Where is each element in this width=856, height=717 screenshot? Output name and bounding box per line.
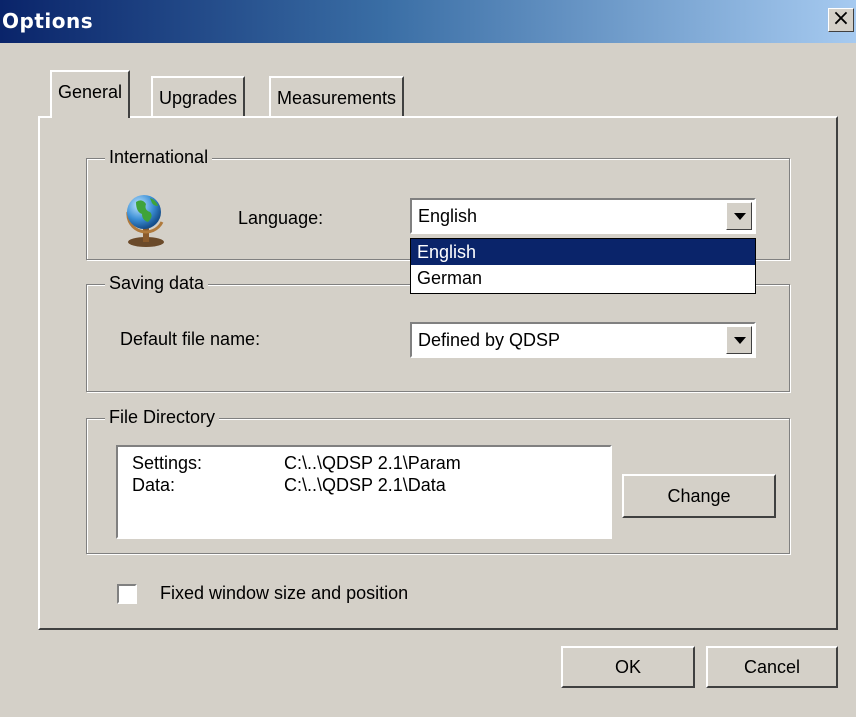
- globe-icon: [126, 195, 164, 247]
- default-file-name-value: Defined by QDSP: [418, 330, 561, 350]
- language-dropdown-list[interactable]: English German: [410, 238, 756, 294]
- chevron-down-icon[interactable]: [726, 326, 752, 354]
- default-file-name-select[interactable]: Defined by QDSP: [410, 322, 756, 358]
- chevron-down-icon[interactable]: [726, 202, 752, 230]
- ok-button-label: OK: [614, 657, 641, 677]
- cancel-button[interactable]: Cancel: [706, 646, 838, 688]
- close-icon: ×: [831, 6, 851, 31]
- data-label: Data:: [132, 475, 176, 495]
- title-bar[interactable]: Options ×: [0, 0, 856, 43]
- tab-upgrades-label: Upgrades: [159, 88, 238, 108]
- fixed-window-label: Fixed window size and position: [160, 583, 409, 603]
- international-group-label: International: [105, 147, 213, 168]
- cancel-button-label: Cancel: [743, 657, 801, 677]
- file-directory-group-label: File Directory: [105, 407, 220, 428]
- tab-upgrades[interactable]: Upgrades: [151, 76, 246, 116]
- language-value: English: [418, 206, 478, 226]
- ok-button[interactable]: OK: [561, 646, 695, 688]
- default-file-name-label: Default file name:: [120, 329, 261, 349]
- tab-measurements[interactable]: Measurements: [269, 76, 405, 116]
- language-option-english[interactable]: English: [411, 239, 755, 265]
- language-label: Language:: [238, 208, 324, 228]
- data-path: C:\..\QDSP 2.1\Data: [284, 475, 446, 495]
- window-title: Options: [2, 9, 94, 33]
- tab-measurements-label: Measurements: [277, 88, 397, 108]
- saving-data-group-label: Saving data: [105, 273, 209, 294]
- tab-general-label: General: [58, 82, 123, 102]
- settings-path: C:\..\QDSP 2.1\Param: [284, 453, 461, 473]
- close-button[interactable]: ×: [828, 8, 854, 32]
- settings-label: Settings:: [132, 453, 203, 473]
- tab-general[interactable]: General: [50, 70, 131, 118]
- language-select[interactable]: English: [410, 198, 756, 234]
- change-button[interactable]: Change: [622, 474, 776, 518]
- language-option-german[interactable]: German: [411, 265, 755, 291]
- change-button-label: Change: [667, 486, 731, 506]
- directory-listbox[interactable]: Settings: C:\..\QDSP 2.1\Param Data: C:\…: [116, 445, 612, 539]
- fixed-window-checkbox[interactable]: [117, 584, 137, 604]
